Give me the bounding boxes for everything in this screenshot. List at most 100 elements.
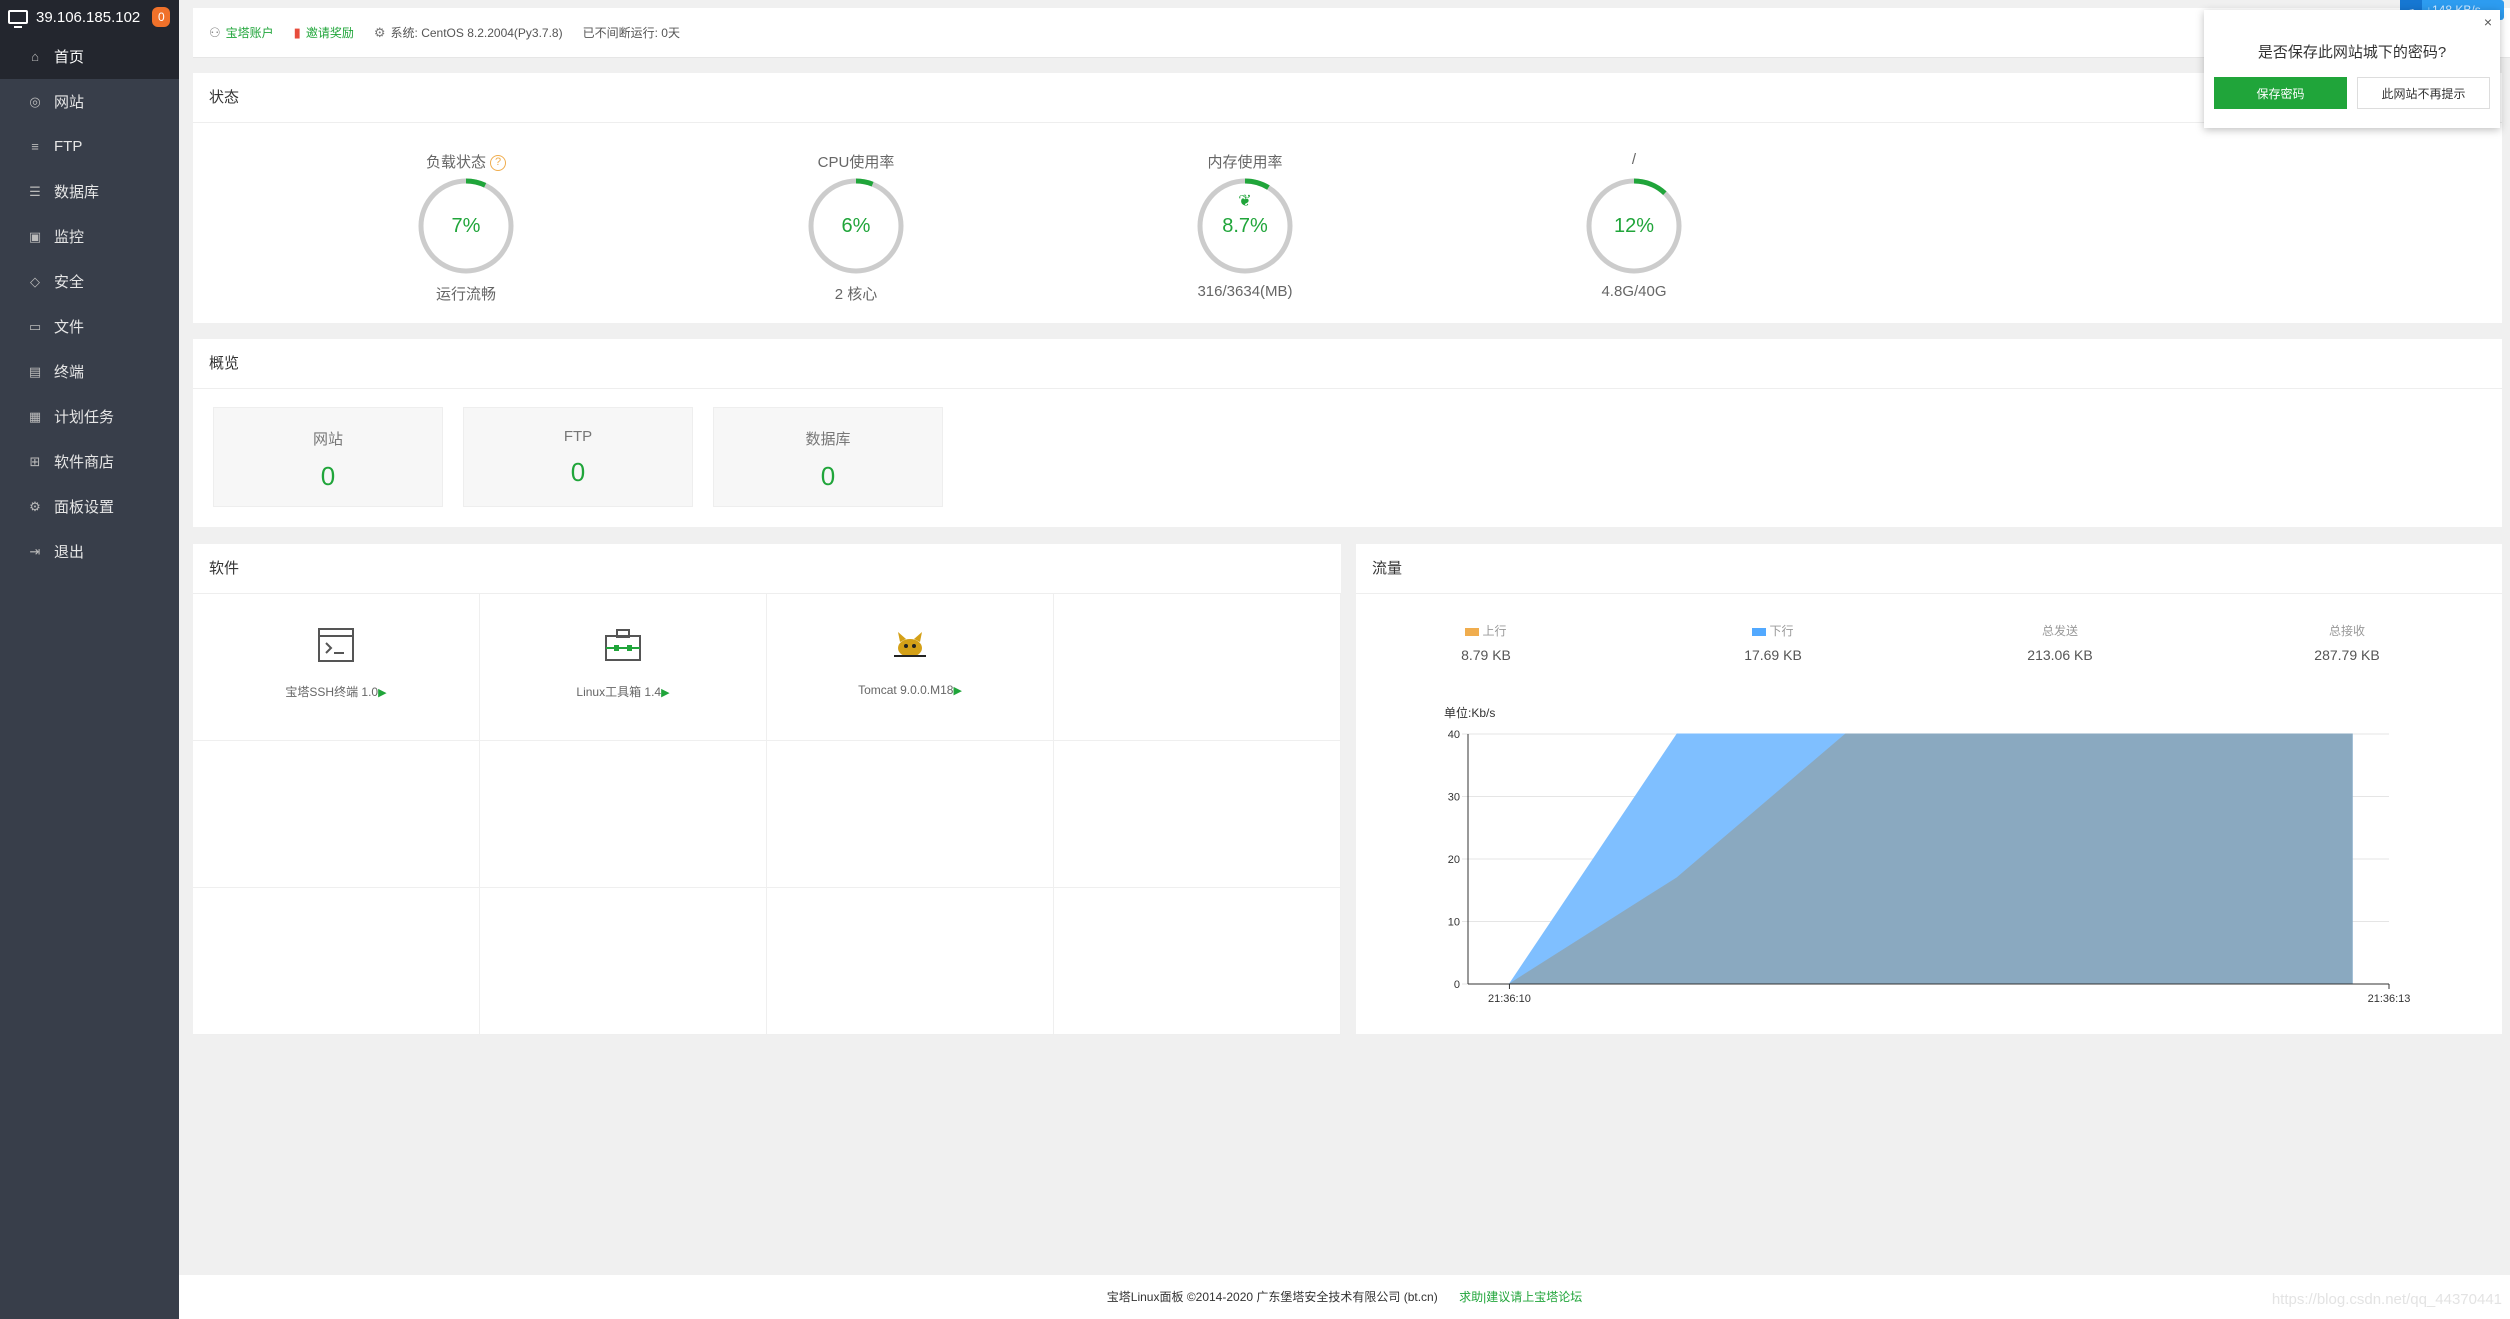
x-tick-label: 21:36:13 bbox=[2368, 993, 2411, 1005]
popup-title: 是否保存此网站城下的密码? bbox=[2257, 44, 2447, 61]
terminal-icon: ▤ bbox=[28, 363, 42, 379]
help-icon[interactable]: ? bbox=[490, 155, 506, 172]
save-password-button[interactable]: 保存密码 bbox=[2214, 77, 2347, 109]
y-tick-label: 20 bbox=[1448, 854, 1460, 866]
overview-label: 数据库 bbox=[805, 431, 851, 448]
gauge-ring[interactable]: ❦ 8.7% bbox=[1196, 177, 1294, 275]
sidebar-item-8[interactable]: ▦ 计划任务 bbox=[0, 394, 179, 439]
sidebar-item-label: 首页 bbox=[54, 49, 85, 66]
gauge-subtitle: 2 核心 bbox=[834, 286, 878, 303]
sidebar-item-label: 安全 bbox=[54, 274, 85, 291]
sidebar-item-5[interactable]: ◇ 安全 bbox=[0, 259, 179, 304]
gauge-ring[interactable]: 6% bbox=[807, 177, 905, 275]
sidebar-item-label: 计划任务 bbox=[54, 409, 115, 426]
sidebar-item-9[interactable]: ⊞ 软件商店 bbox=[0, 439, 179, 484]
gift-icon: ▮ bbox=[293, 24, 301, 40]
overview-card-0[interactable]: 网站 0 bbox=[213, 407, 443, 507]
software-panel: 软件 宝塔SSH终端 1.0▶ Linux工具箱 1.4▶ Tomcat 9.0.0… bbox=[193, 544, 1341, 1035]
sidebar-item-6[interactable]: ▭ 文件 bbox=[0, 304, 179, 349]
gauge-ring[interactable]: 12% bbox=[1585, 177, 1683, 275]
overview-value: 0 bbox=[820, 461, 836, 491]
software-cell bbox=[767, 888, 1054, 1035]
software-cell[interactable]: Linux工具箱 1.4▶ bbox=[480, 594, 767, 741]
overview-card-2[interactable]: 数据库 0 bbox=[713, 407, 943, 507]
forum-link[interactable]: 求助|建议请上宝塔论坛 bbox=[1459, 1290, 1582, 1304]
sidebar-item-2[interactable]: ≡ FTP bbox=[0, 124, 179, 169]
sidebar-item-1[interactable]: ◎ 网站 bbox=[0, 79, 179, 124]
play-icon: ▶ bbox=[953, 685, 962, 697]
gauge-title: 负载状态? bbox=[366, 151, 566, 172]
user-icon: ⚇ bbox=[209, 24, 221, 40]
gauge-subtitle: 316/3634(MB) bbox=[1197, 283, 1293, 300]
overview-panel: 概览 网站 0 FTP 0 数据库 0 bbox=[193, 339, 2502, 527]
gauge-value: 6% bbox=[841, 215, 871, 237]
sidebar-item-label: 监控 bbox=[54, 229, 85, 246]
settings-icon: ⚙ bbox=[29, 498, 41, 514]
sidebar-item-3[interactable]: ☰ 数据库 bbox=[0, 169, 179, 214]
calendar-icon: ▦ bbox=[28, 408, 42, 424]
traffic-chart: 0 10 20 30 40 21:36:10 21:36:13 bbox=[1448, 729, 2411, 1005]
overview-title: 概览 bbox=[193, 339, 2502, 389]
folder-icon: ▭ bbox=[28, 318, 42, 334]
overview-card-1[interactable]: FTP 0 bbox=[463, 407, 693, 507]
software-name-text: Linux工具箱 1.4 bbox=[576, 685, 662, 699]
sidebar-item-4[interactable]: ▣ 监控 bbox=[0, 214, 179, 259]
leaf-icon: ❦ bbox=[1238, 193, 1252, 210]
copyright: 宝塔Linux面板 ©2014-2020 广东堡塔安全技术有限公司 (bt.cn… bbox=[1106, 1290, 1438, 1304]
system-value: CentOS 8.2.2004(Py3.7.8) bbox=[421, 25, 563, 40]
sidebar-item-label: 软件商店 bbox=[54, 454, 115, 471]
y-tick-label: 30 bbox=[1448, 792, 1460, 804]
gauge-title: CPU使用率 bbox=[756, 151, 956, 171]
gauge-ring[interactable]: 7% bbox=[417, 177, 515, 275]
software-cell bbox=[480, 741, 767, 888]
software-cell bbox=[1054, 594, 1341, 741]
software-name: Linux工具箱 1.4▶ bbox=[480, 683, 766, 700]
gauge-3: / 12% 4.8G/40G bbox=[1534, 151, 1734, 300]
gear-icon: ⚙ bbox=[373, 24, 386, 40]
shield-icon: ◇ bbox=[30, 273, 40, 289]
software-cell[interactable]: Tomcat 9.0.0.M18▶ bbox=[767, 594, 1054, 741]
software-cell bbox=[767, 741, 1054, 888]
database-icon: ☰ bbox=[29, 183, 41, 199]
save-password-popup: × 是否保存此网站城下的密码? 保存密码 此网站不再提示 bbox=[2204, 10, 2500, 128]
sidebar-item-label: 文件 bbox=[54, 319, 85, 336]
logout-icon: ⇥ bbox=[29, 543, 41, 559]
system-info: ⚙ 系统: CentOS 8.2.2004(Py3.7.8) bbox=[374, 24, 563, 41]
never-prompt-button[interactable]: 此网站不再提示 bbox=[2357, 77, 2490, 109]
close-icon[interactable]: × bbox=[2484, 14, 2492, 30]
gauge-1: CPU使用率 6% 2 核心 bbox=[756, 151, 956, 304]
sidebar-item-label: 退出 bbox=[54, 544, 85, 561]
sidebar-item-0[interactable]: ⌂ 首页 bbox=[0, 34, 179, 79]
y-tick-label: 0 bbox=[1454, 979, 1460, 991]
gauge-title: / bbox=[1534, 151, 1734, 171]
sidebar-item-7[interactable]: ▤ 终端 bbox=[0, 349, 179, 394]
gauge-value: 8.7% bbox=[1222, 215, 1268, 237]
server-ip: 39.106.185.102 bbox=[36, 8, 141, 26]
ftp-icon: ≡ bbox=[31, 139, 39, 154]
sidebar: 39.106.185.102 0 ⌂ 首页 ◎ 网站 ≡ FTP ☰ 数据库 ▣ 监控 ◇ 安全 ▭ 文件… bbox=[0, 0, 179, 1319]
x-tick-label: 21:36:10 bbox=[1488, 993, 1531, 1005]
software-title: 软件 bbox=[193, 544, 1341, 594]
overview-value: 0 bbox=[570, 457, 586, 487]
software-cell bbox=[1054, 888, 1341, 1035]
account-link[interactable]: ⚇ 宝塔账户 bbox=[209, 24, 274, 41]
gauge-title-text: CPU使用率 bbox=[817, 154, 895, 171]
invite-link[interactable]: ▮ 邀请奖励 bbox=[294, 24, 354, 41]
toolbox-icon bbox=[604, 628, 642, 667]
gauge-subtitle: 4.8G/40G bbox=[1601, 283, 1667, 300]
gauge-2: 内存使用率 ❦ 8.7% 316/3634(MB) bbox=[1145, 151, 1345, 300]
gauge-title-text: / bbox=[1631, 151, 1637, 168]
notification-badge[interactable]: 0 bbox=[152, 7, 171, 27]
tomcat-icon bbox=[890, 628, 930, 667]
terminal-app-icon bbox=[318, 628, 354, 667]
software-name-text: Tomcat 9.0.0.M18 bbox=[858, 683, 954, 697]
sidebar-item-11[interactable]: ⇥ 退出 bbox=[0, 529, 179, 574]
sidebar-item-10[interactable]: ⚙ 面板设置 bbox=[0, 484, 179, 529]
footer: 宝塔Linux面板 ©2014-2020 广东堡塔安全技术有限公司 (bt.cn… bbox=[179, 1275, 2510, 1319]
play-icon: ▶ bbox=[661, 687, 670, 699]
gauge-title-text: 内存使用率 bbox=[1207, 154, 1283, 171]
software-cell[interactable]: 宝塔SSH终端 1.0▶ bbox=[193, 594, 480, 741]
apps-icon: ⊞ bbox=[29, 453, 41, 469]
software-cell bbox=[480, 888, 767, 1035]
monitor-icon: ▣ bbox=[28, 228, 42, 244]
